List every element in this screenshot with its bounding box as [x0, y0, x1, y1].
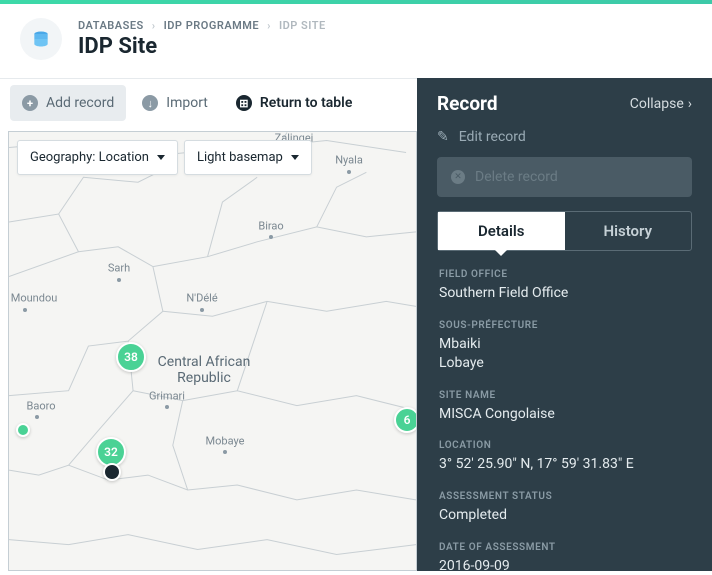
- breadcrumb-l3: IDP SITE: [279, 19, 326, 32]
- panel-tabs: Details History: [437, 211, 692, 251]
- chevron-down-icon: [157, 155, 165, 160]
- field-label: SITE NAME: [439, 390, 690, 401]
- details-pane: FIELD OFFICE Southern Field Office SOUS-P…: [417, 269, 712, 571]
- import-icon: ↓: [142, 95, 158, 111]
- breadcrumb-l1[interactable]: DATABASES: [78, 19, 144, 32]
- geography-dropdown[interactable]: Geography: Location: [17, 140, 178, 175]
- field-value: 3° 52' 25.90" N, 17° 59' 31.83" E: [439, 455, 690, 475]
- cluster-marker[interactable]: 38: [116, 342, 146, 372]
- city-label: Baoro: [26, 400, 55, 413]
- chevron-right-icon: ›: [688, 96, 692, 112]
- close-icon: ✕: [451, 170, 465, 184]
- field-value: Mbaiki Lobaye: [439, 335, 690, 374]
- edit-record-button[interactable]: ✎ Edit record: [437, 125, 692, 149]
- page-title: IDP Site: [78, 34, 326, 59]
- map-boundaries: [9, 132, 416, 570]
- city-label: Nyala: [335, 154, 363, 167]
- city-label: Grimari: [149, 390, 185, 403]
- page-header: DATABASES › IDP PROGRAMME › IDP SITE IDP…: [0, 4, 712, 78]
- city-label: Sarh: [108, 262, 130, 275]
- city-label: N'Délé: [186, 292, 217, 305]
- field-label: ASSESSMENT STATUS: [439, 491, 690, 502]
- field-label: SOUS-PRÉFECTURE: [439, 320, 690, 331]
- database-icon: [20, 18, 62, 60]
- field-value: Completed: [439, 506, 690, 526]
- field-value: Southern Field Office: [439, 284, 690, 304]
- city-label: Mobaye: [206, 435, 245, 448]
- basemap-dropdown[interactable]: Light basemap: [184, 140, 312, 175]
- city-label: Moundou: [11, 292, 58, 305]
- collapse-button[interactable]: Collapse ›: [630, 96, 692, 112]
- toolbar: + Add record ↓ Import ⊞ Return to table: [0, 78, 417, 127]
- record-panel: Record Collapse › ✎ Edit record ✕ Delete…: [417, 78, 712, 571]
- map[interactable]: Geography: Location Light basemap Zaling…: [8, 131, 417, 571]
- chevron-down-icon: [291, 155, 299, 160]
- return-to-table-button[interactable]: ⊞ Return to table: [224, 85, 364, 121]
- add-record-button[interactable]: + Add record: [10, 85, 126, 121]
- breadcrumb-l2[interactable]: IDP PROGRAMME: [164, 19, 260, 32]
- tab-details[interactable]: Details: [438, 212, 565, 250]
- field-label: DATE OF ASSESSMENT: [439, 542, 690, 553]
- breadcrumb: DATABASES › IDP PROGRAMME › IDP SITE: [78, 19, 326, 32]
- delete-record-button[interactable]: ✕ Delete record: [437, 157, 692, 197]
- table-icon: ⊞: [236, 95, 252, 111]
- field-value: 2016-09-09: [439, 557, 690, 571]
- point-marker[interactable]: [16, 423, 30, 437]
- field-label: LOCATION: [439, 440, 690, 451]
- field-label: FIELD OFFICE: [439, 269, 690, 280]
- pencil-icon: ✎: [437, 129, 449, 145]
- panel-title: Record: [437, 92, 498, 115]
- selected-marker[interactable]: [103, 463, 121, 481]
- city-label: Birao: [258, 220, 283, 233]
- field-value: MISCA Congolaise: [439, 405, 690, 425]
- import-button[interactable]: ↓ Import: [130, 85, 220, 121]
- plus-icon: +: [22, 95, 38, 111]
- cluster-marker[interactable]: 6: [394, 407, 417, 433]
- tab-history[interactable]: History: [565, 212, 692, 250]
- country-label: Central African Republic: [158, 354, 251, 386]
